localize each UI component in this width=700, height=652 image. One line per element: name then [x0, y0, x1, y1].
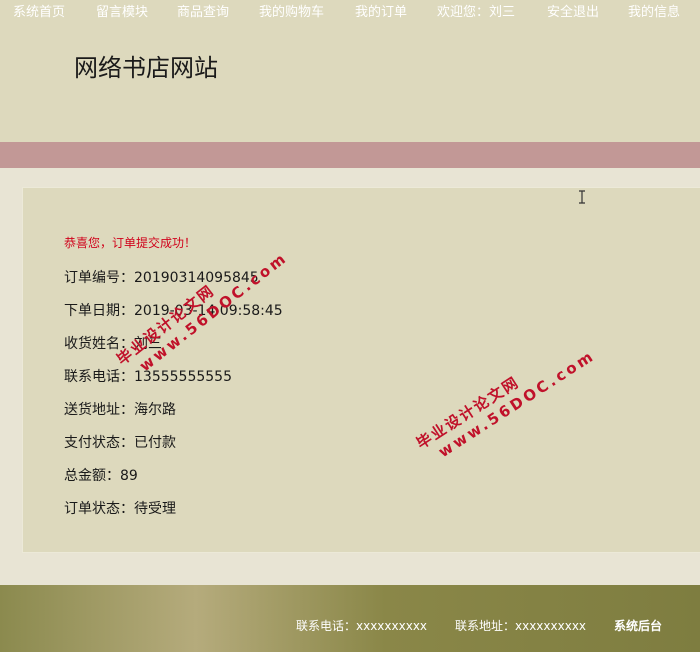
order-success-message: 恭喜您，订单提交成功！ [64, 236, 197, 250]
main-nav [0, 142, 700, 168]
nav-messages[interactable]: 留言模块 [96, 0, 148, 26]
nav-cart[interactable]: 我的购物车 [259, 0, 324, 26]
footer-address: 联系地址：xxxxxxxxxx [455, 619, 587, 633]
footer-phone: 联系电话：xxxxxxxxxx [296, 619, 428, 633]
text-cursor-icon [579, 190, 585, 204]
payment-status: 支付状态：已付款 [64, 435, 176, 451]
footer-admin-link[interactable]: 系统后台 [614, 617, 662, 634]
nav-home[interactable]: 系统首页 [13, 0, 65, 26]
nav-welcome-user: 欢迎您：刘三 [437, 5, 516, 20]
order-status: 订单状态：待受理 [64, 501, 176, 517]
nav-my-info[interactable]: 我的信息 [628, 0, 680, 26]
total-amount: 总金额：89 [64, 468, 138, 484]
nav-logout[interactable]: 安全退出 [547, 0, 599, 26]
nav-my-orders[interactable]: 我的订单 [355, 0, 407, 26]
delivery-address: 送货地址：海尔路 [64, 402, 176, 418]
nav-product-search[interactable]: 商品查询 [177, 0, 229, 26]
site-title: 网络书店网站 [74, 54, 218, 82]
